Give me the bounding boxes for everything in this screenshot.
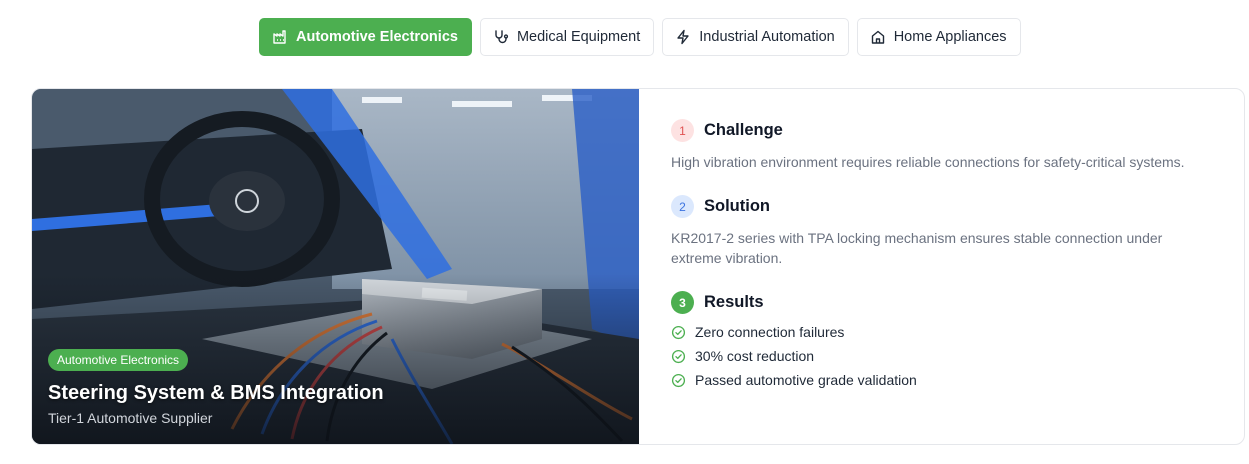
results-section: 3 Results Zero connection failures 30% c… — [671, 291, 1212, 392]
tab-industrial-automation[interactable]: Industrial Automation — [662, 18, 849, 56]
list-item: Zero connection failures — [671, 320, 1212, 344]
case-study-details: 1 Challenge High vibration environment r… — [639, 89, 1244, 444]
industry-tabs: Automotive Electronics Medical Equipment… — [259, 18, 1021, 56]
list-item: Passed automotive grade validation — [671, 368, 1212, 392]
result-text: Zero connection failures — [695, 324, 845, 340]
solution-heading: Solution — [704, 197, 770, 215]
tab-automotive-electronics[interactable]: Automotive Electronics — [259, 18, 472, 56]
stethoscope-icon — [495, 30, 509, 44]
case-study-card: Automotive Electronics Steering System &… — [31, 88, 1245, 445]
results-list: Zero connection failures 30% cost reduct… — [671, 320, 1212, 392]
lightning-icon — [677, 29, 689, 45]
solution-section: 2 Solution KR2017-2 series with TPA lock… — [671, 195, 1212, 268]
check-circle-icon — [671, 325, 686, 339]
results-heading: Results — [704, 293, 764, 311]
check-circle-icon — [671, 373, 686, 387]
case-study-title: Steering System & BMS Integration — [48, 382, 384, 404]
solution-text: KR2017-2 series with TPA locking mechani… — [671, 230, 1163, 266]
home-icon — [871, 30, 884, 44]
step-number-badge: 3 — [671, 291, 694, 314]
case-study-client: Tier-1 Automotive Supplier — [48, 410, 213, 426]
challenge-section: 1 Challenge High vibration environment r… — [671, 119, 1212, 172]
list-item: 30% cost reduction — [671, 344, 1212, 368]
tab-label: Medical Equipment — [516, 29, 641, 45]
tab-label: Automotive Electronics — [296, 29, 458, 45]
tab-home-appliances[interactable]: Home Appliances — [856, 18, 1021, 56]
result-text: 30% cost reduction — [695, 348, 815, 364]
challenge-heading: Challenge — [704, 121, 783, 139]
tab-medical-equipment[interactable]: Medical Equipment — [479, 18, 655, 56]
tab-label: Home Appliances — [893, 29, 1007, 45]
challenge-text: High vibration environment requires reli… — [671, 154, 1185, 170]
case-study-image: Automotive Electronics Steering System &… — [32, 89, 639, 444]
check-circle-icon — [671, 349, 686, 363]
category-badge: Automotive Electronics — [48, 349, 189, 371]
step-number-badge: 2 — [671, 195, 694, 218]
tab-label: Industrial Automation — [699, 29, 835, 45]
factory-icon — [273, 30, 286, 44]
step-number-badge: 1 — [671, 119, 694, 142]
result-text: Passed automotive grade validation — [695, 372, 917, 388]
